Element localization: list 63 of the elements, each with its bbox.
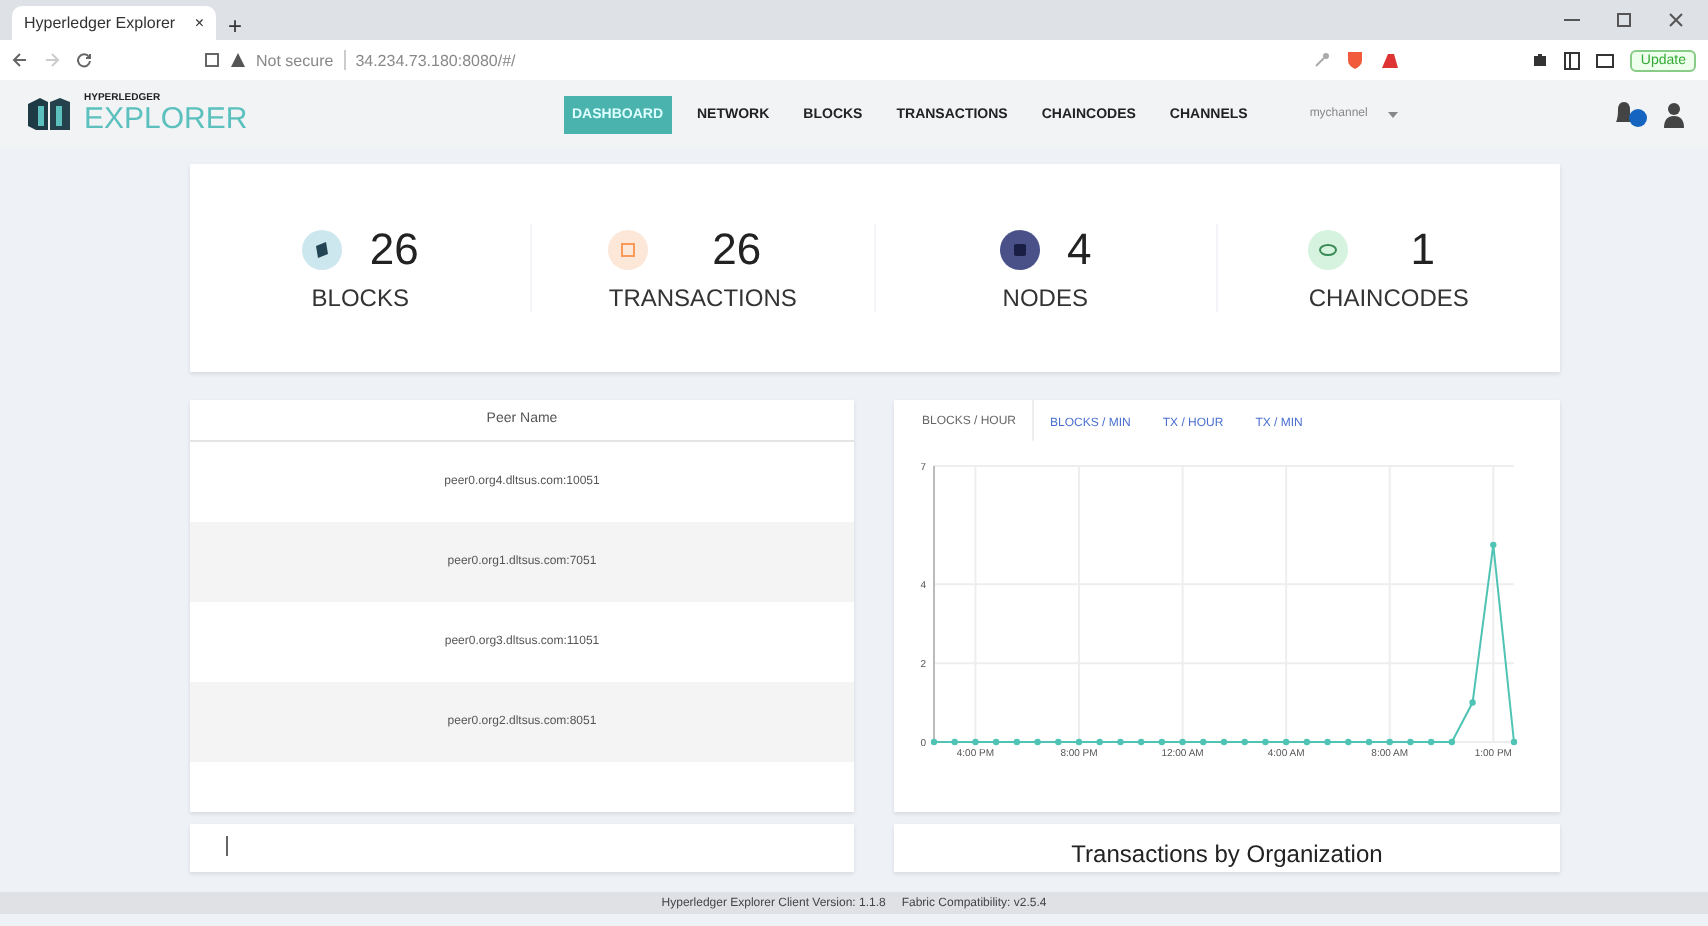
data-point <box>1510 738 1518 746</box>
window-icon[interactable] <box>1596 52 1615 68</box>
maximize-icon[interactable] <box>1616 12 1632 28</box>
url-text[interactable]: 34.234.73.180:8080/#/ <box>355 51 516 69</box>
new-tab-button[interactable]: + <box>228 12 243 40</box>
sidebar-icon[interactable] <box>1564 51 1581 69</box>
data-point <box>1220 738 1228 746</box>
stat-label: TRANSACTIONS <box>608 284 797 312</box>
security-label[interactable]: Not secure <box>256 51 334 69</box>
data-point <box>1117 738 1124 746</box>
stat-value: 1 <box>1410 224 1437 276</box>
data-point <box>1386 738 1393 746</box>
blocks-icon <box>301 230 342 270</box>
data-point <box>1427 738 1435 746</box>
data-point <box>1282 738 1290 746</box>
shield-icon[interactable] <box>1346 50 1365 70</box>
data-point <box>1096 738 1103 746</box>
tab-title[interactable]: Hyperledger Explorer <box>24 14 187 32</box>
caret-icon <box>1387 111 1398 117</box>
data-point <box>1179 738 1186 746</box>
logo-text: EXPLORER <box>84 104 248 134</box>
stat-value: 4 <box>1067 224 1092 276</box>
data-point <box>1345 738 1352 746</box>
separator-line <box>343 50 346 70</box>
stat-value: 26 <box>712 224 764 276</box>
data-point <box>1324 738 1331 746</box>
chart-title: Transactions by Organization <box>1069 838 1385 868</box>
nodes-icon <box>999 230 1039 270</box>
bell-icon[interactable] <box>1612 100 1648 128</box>
data-point <box>1469 699 1476 706</box>
transactions-icon <box>608 230 649 270</box>
logo-icon <box>28 96 76 132</box>
stat-label: NODES <box>1000 284 1090 312</box>
data-point <box>1241 738 1248 746</box>
data-point <box>1200 738 1207 746</box>
stat-label: BLOCKS <box>309 284 411 312</box>
page-icon[interactable] <box>204 52 220 68</box>
data-point <box>1448 738 1456 746</box>
back-icon[interactable] <box>12 52 28 68</box>
data-point <box>1262 738 1269 746</box>
tab-close-button[interactable]: × <box>194 14 204 32</box>
chaincodes-icon <box>1308 230 1349 270</box>
data-point <box>1158 738 1166 746</box>
data-point <box>992 738 1000 746</box>
browser-tab[interactable]: Hyperledger Explorer × <box>12 6 216 40</box>
data-point <box>1407 738 1414 746</box>
warning-icon[interactable] <box>230 52 246 68</box>
data-point <box>1013 738 1021 746</box>
stat-value: 26 <box>369 224 419 276</box>
user-icon[interactable] <box>1664 101 1684 127</box>
data-point <box>1303 738 1311 746</box>
data-point <box>930 738 938 746</box>
data-point <box>1137 738 1145 746</box>
data-point <box>1490 541 1497 549</box>
data-point <box>1365 738 1373 746</box>
data-point <box>951 738 958 746</box>
data-point <box>1055 738 1062 746</box>
stat-label: CHAINCODES <box>1308 284 1469 312</box>
reload-icon[interactable] <box>76 52 92 68</box>
data-point <box>1075 738 1083 746</box>
data-point <box>972 738 979 746</box>
close-icon[interactable] <box>1668 12 1684 28</box>
data-point <box>1034 738 1041 746</box>
